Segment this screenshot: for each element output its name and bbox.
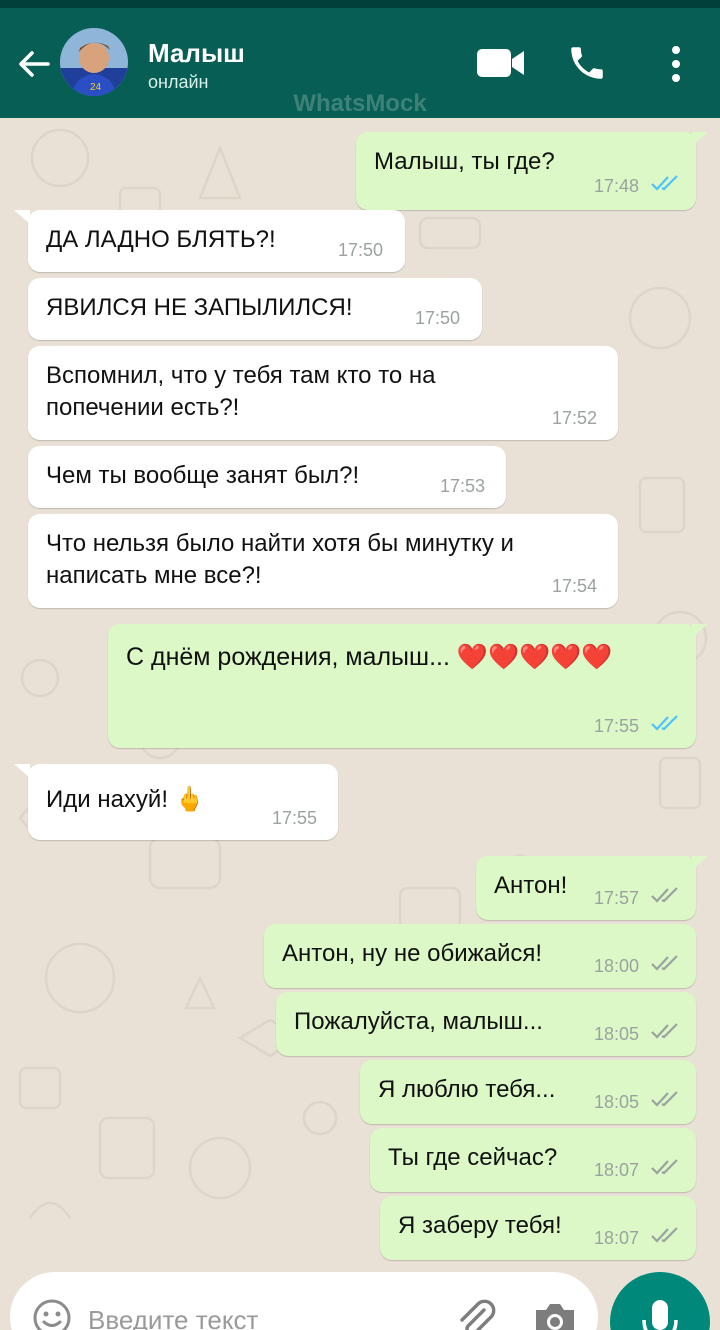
message-bubble-outgoing[interactable]: С днём рождения, малыш... ❤️❤️❤️❤️❤️ 17:… (108, 624, 696, 748)
more-vertical-icon (672, 46, 680, 82)
message-text: Антон! (494, 872, 568, 899)
video-camera-icon (477, 49, 524, 77)
message-bubble-outgoing[interactable]: Антон! 17:57 (476, 856, 696, 920)
bubble-tail (692, 856, 708, 870)
arrow-left-icon (19, 51, 50, 77)
delivered-ticks-icon (651, 1159, 678, 1175)
message-text: Вспомнил, что у тебя там кто то на попеч… (46, 362, 436, 421)
smiley-icon (33, 1299, 71, 1330)
message-time: 17:52 (552, 408, 598, 428)
message-time: 18:05 (594, 1024, 640, 1044)
message-bubble-outgoing[interactable]: Малыш, ты где? 17:48 (356, 132, 696, 210)
menu-button[interactable] (664, 42, 688, 86)
emoji-button[interactable] (32, 1298, 72, 1330)
message-text: Я люблю тебя... (378, 1076, 556, 1103)
message-bubble-incoming[interactable]: Вспомнил, что у тебя там кто то на попеч… (28, 346, 618, 440)
delivered-ticks-icon (651, 887, 678, 903)
microphone-icon (642, 1300, 678, 1330)
delivered-ticks-icon (651, 955, 678, 971)
read-ticks-icon (651, 175, 678, 191)
status-bar (0, 0, 720, 8)
microphone-button[interactable] (610, 1272, 710, 1330)
message-bubble-outgoing[interactable]: Я люблю тебя... 18:05 (360, 1060, 696, 1124)
avatar[interactable]: 24 (60, 28, 128, 96)
message-time: 17:50 (415, 308, 461, 328)
delivered-ticks-icon (651, 1091, 678, 1107)
message-bubble-incoming[interactable]: ДА ЛАДНО БЛЯТЬ?! 17:50 (28, 210, 405, 272)
message-text: Что нельзя было найти хотя бы минутку и … (46, 530, 514, 589)
camera-icon (536, 1304, 574, 1330)
camera-button[interactable] (532, 1300, 578, 1330)
message-time: 18:05 (594, 1092, 640, 1112)
message-bubble-incoming[interactable]: ЯВИЛСЯ НЕ ЗАПЫЛИЛСЯ! 17:50 (28, 278, 482, 340)
back-button[interactable] (14, 44, 54, 84)
message-bubble-outgoing[interactable]: Ты где сейчас? 18:07 (370, 1128, 696, 1192)
message-bubble-incoming[interactable]: Что нельзя было найти хотя бы минутку и … (28, 514, 618, 608)
message-time: 18:07 (594, 1160, 640, 1180)
message-bubble-incoming[interactable]: Иди нахуй! 🖕 17:55 (28, 764, 338, 840)
message-text: Антон, ну не обижайся! (282, 940, 543, 967)
voice-call-button[interactable] (566, 42, 608, 84)
message-text: Ты где сейчас? (388, 1144, 558, 1171)
message-time: 17:54 (552, 576, 598, 596)
message-text: С днём рождения, малыш... ❤️❤️❤️❤️❤️ (126, 643, 613, 671)
message-time: 17:55 (594, 716, 640, 736)
watermark: WhatsMock (293, 90, 427, 117)
message-text: ЯВИЛСЯ НЕ ЗАПЫЛИЛСЯ! (46, 294, 353, 321)
delivered-ticks-icon (651, 1227, 678, 1243)
bubble-tail (692, 132, 708, 146)
message-time: 17:55 (272, 808, 318, 828)
message-bubble-outgoing[interactable]: Антон, ну не обижайся! 18:00 (264, 924, 696, 988)
message-bubble-outgoing[interactable]: Пожалуйста, малыш... 18:05 (276, 992, 696, 1056)
attach-button[interactable] (454, 1298, 498, 1330)
message-bubble-outgoing[interactable]: Я заберу тебя! 18:07 (380, 1196, 696, 1260)
message-time: 18:07 (594, 1228, 640, 1248)
read-ticks-icon (651, 715, 678, 731)
message-text: Пожалуйста, малыш... (294, 1008, 543, 1035)
message-text: Малыш, ты где? (374, 148, 555, 175)
message-time: 17:50 (338, 240, 384, 260)
message-time: 18:00 (594, 956, 640, 976)
message-bubble-incoming[interactable]: Чем ты вообще занят был?! 17:53 (28, 446, 506, 508)
message-time: 17:57 (594, 888, 640, 908)
message-input[interactable] (88, 1300, 408, 1330)
video-call-button[interactable] (476, 46, 526, 80)
phone-icon (571, 47, 603, 79)
message-text: ДА ЛАДНО БЛЯТЬ?! (46, 226, 276, 253)
message-text: Чем ты вообще занят был?! (46, 462, 360, 489)
chat-header: 24 Малыш онлайн WhatsMock (0, 8, 720, 118)
bubble-tail (692, 624, 708, 638)
message-text: Я заберу тебя! (398, 1212, 562, 1239)
chat-area[interactable]: Малыш, ты где? 17:48 ДА ЛАДНО БЛЯТЬ?! 17… (0, 118, 720, 1270)
delivered-ticks-icon (651, 1023, 678, 1039)
message-text: Иди нахуй! 🖕 (46, 786, 205, 813)
contact-name[interactable]: Малыш (148, 38, 245, 69)
message-time: 17:53 (440, 476, 486, 496)
message-time: 17:48 (594, 176, 640, 196)
paperclip-icon (460, 1299, 496, 1330)
message-composer (10, 1272, 598, 1330)
